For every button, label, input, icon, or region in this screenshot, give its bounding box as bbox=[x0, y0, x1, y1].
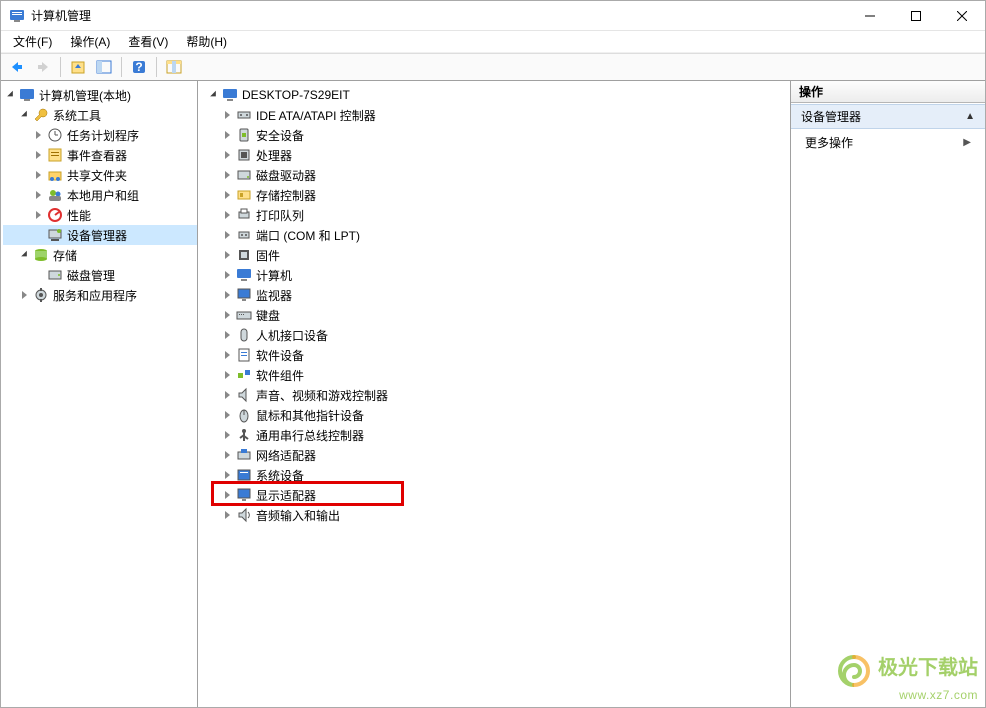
window-title: 计算机管理 bbox=[31, 7, 91, 24]
tree-root[interactable]: 计算机管理(本地) bbox=[3, 85, 197, 105]
software_dev-icon bbox=[236, 347, 252, 363]
up-button[interactable] bbox=[66, 56, 90, 78]
device-ide[interactable]: IDE ATA/ATAPI 控制器 bbox=[200, 105, 790, 125]
disk_drives-icon bbox=[236, 167, 252, 183]
menu-file[interactable]: 文件(F) bbox=[5, 31, 60, 52]
device-audio_game[interactable]: 声音、视频和游戏控制器 bbox=[200, 385, 790, 405]
device-network[interactable]: 网络适配器 bbox=[200, 445, 790, 465]
close-button[interactable] bbox=[939, 1, 985, 31]
app-window: 计算机管理 文件(F) 操作(A) 查看(V) 帮助(H) ? bbox=[0, 0, 986, 708]
disk-icon bbox=[47, 267, 63, 283]
device-ports[interactable]: 端口 (COM 和 LPT) bbox=[200, 225, 790, 245]
storage-icon bbox=[33, 247, 49, 263]
audio_game-icon bbox=[236, 387, 252, 403]
collapse-icon: ▲ bbox=[965, 111, 975, 122]
device-root[interactable]: DESKTOP-7S29EIT bbox=[200, 85, 790, 105]
menu-action[interactable]: 操作(A) bbox=[62, 31, 118, 52]
computer-icon bbox=[222, 87, 238, 103]
menu-help[interactable]: 帮助(H) bbox=[178, 31, 235, 52]
device-storage_ctrl[interactable]: 存储控制器 bbox=[200, 185, 790, 205]
svg-text:?: ? bbox=[135, 60, 142, 74]
chevron-right-icon: ▶ bbox=[963, 137, 971, 148]
audio_io-icon bbox=[236, 507, 252, 523]
device-security[interactable]: 安全设备 bbox=[200, 125, 790, 145]
print_queue-icon bbox=[236, 207, 252, 223]
device-manager-icon bbox=[47, 227, 63, 243]
forward-button[interactable] bbox=[31, 56, 55, 78]
tree-device-manager[interactable]: 设备管理器 bbox=[3, 225, 197, 245]
tree-event-viewer[interactable]: 事件查看器 bbox=[3, 145, 197, 165]
tree-performance[interactable]: 性能 bbox=[3, 205, 197, 225]
menu-view[interactable]: 查看(V) bbox=[120, 31, 176, 52]
display-icon bbox=[236, 487, 252, 503]
device-mouse[interactable]: 鼠标和其他指针设备 bbox=[200, 405, 790, 425]
show-hide-tree-button[interactable] bbox=[92, 56, 116, 78]
app-icon bbox=[9, 8, 25, 24]
tree-disk-management[interactable]: 磁盘管理 bbox=[3, 265, 197, 285]
storage_ctrl-icon bbox=[236, 187, 252, 203]
clock-icon bbox=[47, 127, 63, 143]
minimize-button[interactable] bbox=[847, 1, 893, 31]
content-area: 计算机管理(本地) 系统工具 任务计划程序 事件查看器 bbox=[1, 81, 985, 707]
properties-button[interactable] bbox=[162, 56, 186, 78]
device-software_dev[interactable]: 软件设备 bbox=[200, 345, 790, 365]
keyboard-icon bbox=[236, 307, 252, 323]
services-icon bbox=[33, 287, 49, 303]
tree-services-apps[interactable]: 服务和应用程序 bbox=[3, 285, 197, 305]
computer-icon bbox=[236, 267, 252, 283]
ide-icon bbox=[236, 107, 252, 123]
device-keyboard[interactable]: 键盘 bbox=[200, 305, 790, 325]
firmware-icon bbox=[236, 247, 252, 263]
actions-section[interactable]: 设备管理器 ▲ bbox=[791, 104, 985, 129]
ports-icon bbox=[236, 227, 252, 243]
performance-icon bbox=[47, 207, 63, 223]
device-software_comp[interactable]: 软件组件 bbox=[200, 365, 790, 385]
toolbar: ? bbox=[1, 53, 985, 81]
device-disk_drives[interactable]: 磁盘驱动器 bbox=[200, 165, 790, 185]
device-display[interactable]: 显示适配器 bbox=[200, 485, 790, 505]
computer-management-icon bbox=[19, 87, 35, 103]
actions-header: 操作 bbox=[791, 81, 985, 103]
device-audio_io[interactable]: 音频输入和输出 bbox=[200, 505, 790, 525]
monitor-icon bbox=[236, 287, 252, 303]
title-bar: 计算机管理 bbox=[1, 1, 985, 31]
users-icon bbox=[47, 187, 63, 203]
actions-pane: 操作 设备管理器 ▲ 更多操作 ▶ bbox=[791, 81, 985, 707]
device-firmware[interactable]: 固件 bbox=[200, 245, 790, 265]
tree-shared-folders[interactable]: 共享文件夹 bbox=[3, 165, 197, 185]
device-tree-pane: DESKTOP-7S29EIT IDE ATA/ATAPI 控制器安全设备处理器… bbox=[198, 81, 791, 707]
mouse-icon bbox=[236, 407, 252, 423]
cpu-icon bbox=[236, 147, 252, 163]
console-tree-pane: 计算机管理(本地) 系统工具 任务计划程序 事件查看器 bbox=[1, 81, 198, 707]
network-icon bbox=[236, 447, 252, 463]
tree-storage[interactable]: 存储 bbox=[3, 245, 197, 265]
menu-bar: 文件(F) 操作(A) 查看(V) 帮助(H) bbox=[1, 31, 985, 53]
device-system_dev[interactable]: 系统设备 bbox=[200, 465, 790, 485]
back-button[interactable] bbox=[5, 56, 29, 78]
device-cpu[interactable]: 处理器 bbox=[200, 145, 790, 165]
device-usb[interactable]: 通用串行总线控制器 bbox=[200, 425, 790, 445]
shared-folder-icon bbox=[47, 167, 63, 183]
device-hid[interactable]: 人机接口设备 bbox=[200, 325, 790, 345]
tree-system-tools[interactable]: 系统工具 bbox=[3, 105, 197, 125]
actions-more[interactable]: 更多操作 ▶ bbox=[791, 129, 985, 156]
maximize-button[interactable] bbox=[893, 1, 939, 31]
hid-icon bbox=[236, 327, 252, 343]
help-button[interactable]: ? bbox=[127, 56, 151, 78]
wrench-icon bbox=[33, 107, 49, 123]
device-monitor[interactable]: 监视器 bbox=[200, 285, 790, 305]
tree-task-scheduler[interactable]: 任务计划程序 bbox=[3, 125, 197, 145]
software_comp-icon bbox=[236, 367, 252, 383]
tree-local-users[interactable]: 本地用户和组 bbox=[3, 185, 197, 205]
device-computer[interactable]: 计算机 bbox=[200, 265, 790, 285]
security-icon bbox=[236, 127, 252, 143]
event-icon bbox=[47, 147, 63, 163]
usb-icon bbox=[236, 427, 252, 443]
device-print_queue[interactable]: 打印队列 bbox=[200, 205, 790, 225]
system_dev-icon bbox=[236, 467, 252, 483]
